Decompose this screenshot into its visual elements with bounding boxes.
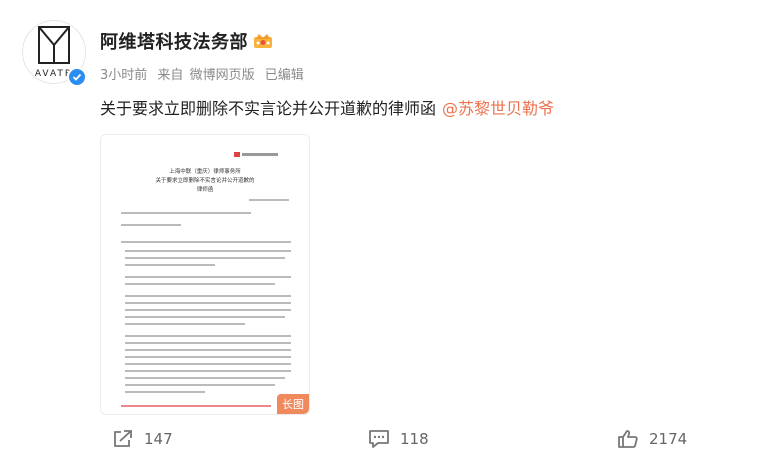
repost-count: 147 [144, 430, 173, 448]
post-time[interactable]: 3小时前 [100, 68, 147, 83]
repost-icon [114, 430, 132, 447]
author-name[interactable]: 阿维塔科技法务部 [100, 28, 248, 54]
action-bar: 147 118 2174 [0, 424, 767, 454]
doc-title-2: 关于要求立即删除不实言论并公开道歉的 [155, 176, 255, 184]
document-preview: 上海中联（重庆）律师事务所 关于要求立即删除不实言论并公开道歉的 律师函 [101, 135, 309, 414]
like-button[interactable]: 2174 [617, 428, 687, 450]
edited-label[interactable]: 已编辑 [265, 68, 304, 83]
long-image-badge: 长图 [277, 394, 309, 414]
source-name[interactable]: 微博网页版 [190, 68, 255, 83]
doc-title-1: 上海中联（重庆）律师事务所 [169, 167, 241, 175]
post-image[interactable]: 上海中联（重庆）律师事务所 关于要求立即删除不实言论并公开道歉的 律师函 长图 [100, 134, 310, 415]
mention-link[interactable]: @苏黎世贝勒爷 [442, 99, 554, 118]
post-text: 关于要求立即删除不实言论并公开道歉的律师函 @苏黎世贝勒爷 [100, 95, 554, 119]
doc-title-3: 律师函 [197, 185, 214, 193]
like-count: 2174 [649, 430, 688, 448]
verified-badge-icon [67, 67, 87, 87]
comment-button[interactable]: 118 [368, 428, 429, 450]
source-prefix: 来自 [157, 68, 184, 83]
post-meta: 3小时前 来自 微博网页版 已编辑 [100, 64, 310, 83]
thumbs-up-icon [618, 430, 638, 448]
repost-button[interactable]: 147 [112, 428, 173, 450]
crown-icon[interactable] [253, 31, 273, 49]
comment-icon [369, 430, 389, 448]
post-body: 关于要求立即删除不实言论并公开道歉的律师函 [100, 99, 437, 118]
comment-count: 118 [400, 430, 429, 448]
